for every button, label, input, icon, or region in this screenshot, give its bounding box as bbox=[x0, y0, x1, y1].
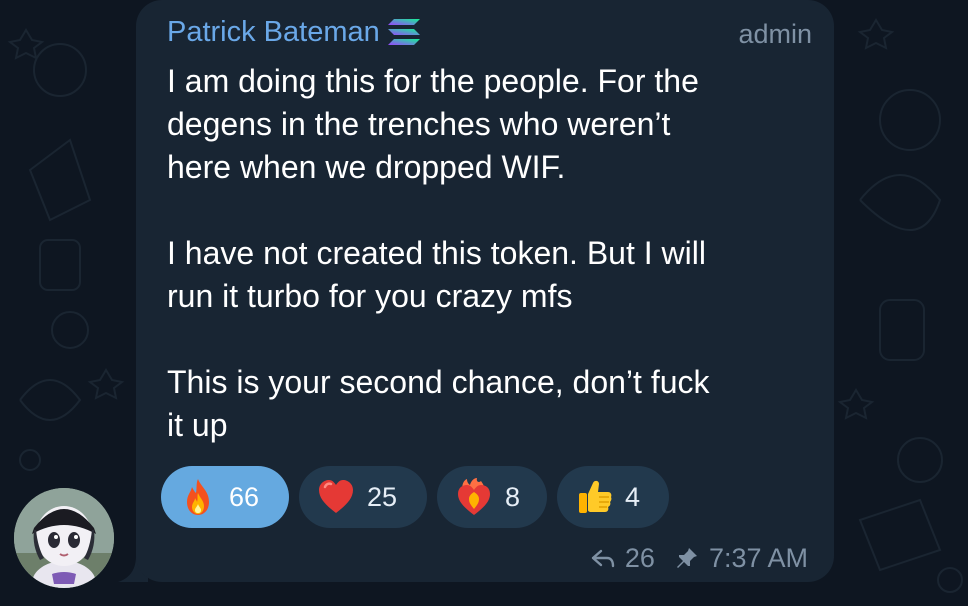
sender-name[interactable]: Patrick Bateman bbox=[167, 14, 380, 50]
solana-logo-icon bbox=[387, 19, 420, 45]
forward-icon bbox=[591, 549, 615, 568]
reaction-count: 25 bbox=[367, 481, 398, 512]
reaction-count: 4 bbox=[625, 481, 641, 512]
message-text: I am doing this for the people. For the … bbox=[167, 60, 807, 447]
thumbs-up-emoji-icon bbox=[579, 480, 612, 513]
reaction-count: 8 bbox=[505, 481, 521, 512]
message-paragraph: I am doing this for the people. For the … bbox=[167, 63, 699, 185]
reactions-bar: 66 25 8 4 bbox=[161, 466, 669, 528]
pin-icon bbox=[676, 548, 697, 568]
avatar-image bbox=[14, 488, 114, 588]
sender-header[interactable]: Patrick Bateman bbox=[167, 14, 420, 50]
fire-emoji-icon bbox=[187, 479, 209, 515]
reaction-count: 66 bbox=[229, 481, 260, 512]
red-heart-emoji-icon bbox=[319, 480, 353, 513]
message-paragraph: This is your second chance, don’t fuck i… bbox=[167, 364, 710, 443]
sender-avatar[interactable] bbox=[14, 488, 114, 588]
message-meta: 26 7:37 AM bbox=[591, 542, 808, 574]
message-time: 7:37 AM bbox=[708, 543, 808, 573]
reaction-heart-on-fire[interactable]: 8 bbox=[437, 466, 547, 528]
admin-role-label: admin bbox=[738, 19, 812, 49]
message-paragraph: I have not created this token. But I wil… bbox=[167, 235, 706, 314]
heart-on-fire-emoji-icon bbox=[458, 478, 490, 515]
reaction-heart[interactable]: 25 bbox=[299, 466, 427, 528]
reaction-thumbs-up[interactable]: 4 bbox=[557, 466, 669, 528]
forward-count: 26 bbox=[624, 543, 655, 573]
reaction-fire[interactable]: 66 bbox=[161, 466, 289, 528]
